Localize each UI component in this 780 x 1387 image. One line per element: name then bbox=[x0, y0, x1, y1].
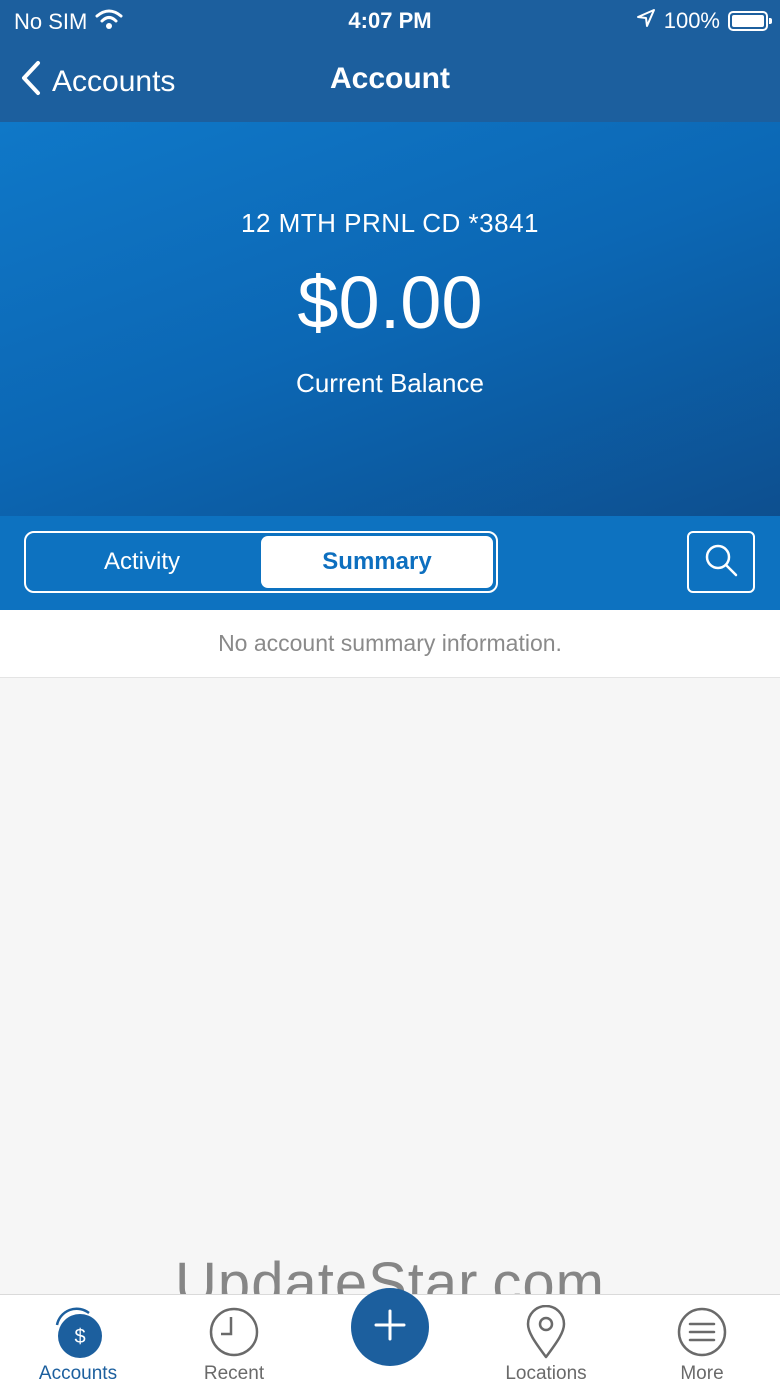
tabbar-label-recent: Recent bbox=[203, 1363, 265, 1384]
balance-label: Current Balance bbox=[296, 368, 484, 398]
tab-activity[interactable]: Activity bbox=[26, 533, 258, 591]
tabbar-item-locations[interactable]: Locations bbox=[468, 1295, 624, 1387]
clock-icon bbox=[207, 1305, 261, 1364]
tab-strip: Activity Summary bbox=[0, 516, 780, 610]
add-button[interactable] bbox=[351, 1288, 429, 1366]
account-name: 12 MTH PRNL CD *3841 bbox=[240, 208, 540, 238]
plus-icon bbox=[373, 1308, 407, 1347]
tabbar-label-accounts: Accounts bbox=[38, 1363, 118, 1384]
status-bar: No SIM 4:07 PM 100% bbox=[0, 0, 780, 40]
page-title: Account bbox=[330, 62, 450, 95]
accounts-dollar-icon: $ bbox=[49, 1305, 107, 1366]
accounts-badge-symbol: $ bbox=[74, 1326, 85, 1348]
tabbar-label-locations: Locations bbox=[505, 1363, 587, 1384]
status-right: 100% bbox=[636, 8, 772, 34]
location-pin-icon bbox=[524, 1304, 568, 1366]
account-header: 12 MTH PRNL CD *3841 $0.00 Current Balan… bbox=[0, 122, 780, 516]
empty-summary-message: No account summary information. bbox=[0, 610, 780, 678]
segmented-control: Activity Summary bbox=[24, 531, 498, 593]
battery-percent: 100% bbox=[663, 8, 720, 33]
search-icon bbox=[703, 542, 739, 583]
tabbar-item-more[interactable]: More bbox=[624, 1295, 780, 1387]
tab-summary[interactable]: Summary bbox=[261, 536, 493, 588]
nav-bar: Accounts Account bbox=[0, 40, 780, 122]
menu-icon bbox=[675, 1305, 729, 1364]
tabbar-item-accounts[interactable]: $ Accounts bbox=[0, 1295, 156, 1387]
tabbar-item-recent[interactable]: Recent bbox=[156, 1295, 312, 1387]
battery-icon bbox=[728, 11, 772, 31]
top-bar: No SIM 4:07 PM 100% Accounts Account bbox=[0, 0, 780, 122]
tabbar-label-more: More bbox=[680, 1363, 724, 1384]
location-arrow-icon bbox=[636, 8, 656, 34]
search-button[interactable] bbox=[687, 531, 755, 593]
current-balance: $0.00 bbox=[297, 261, 483, 344]
